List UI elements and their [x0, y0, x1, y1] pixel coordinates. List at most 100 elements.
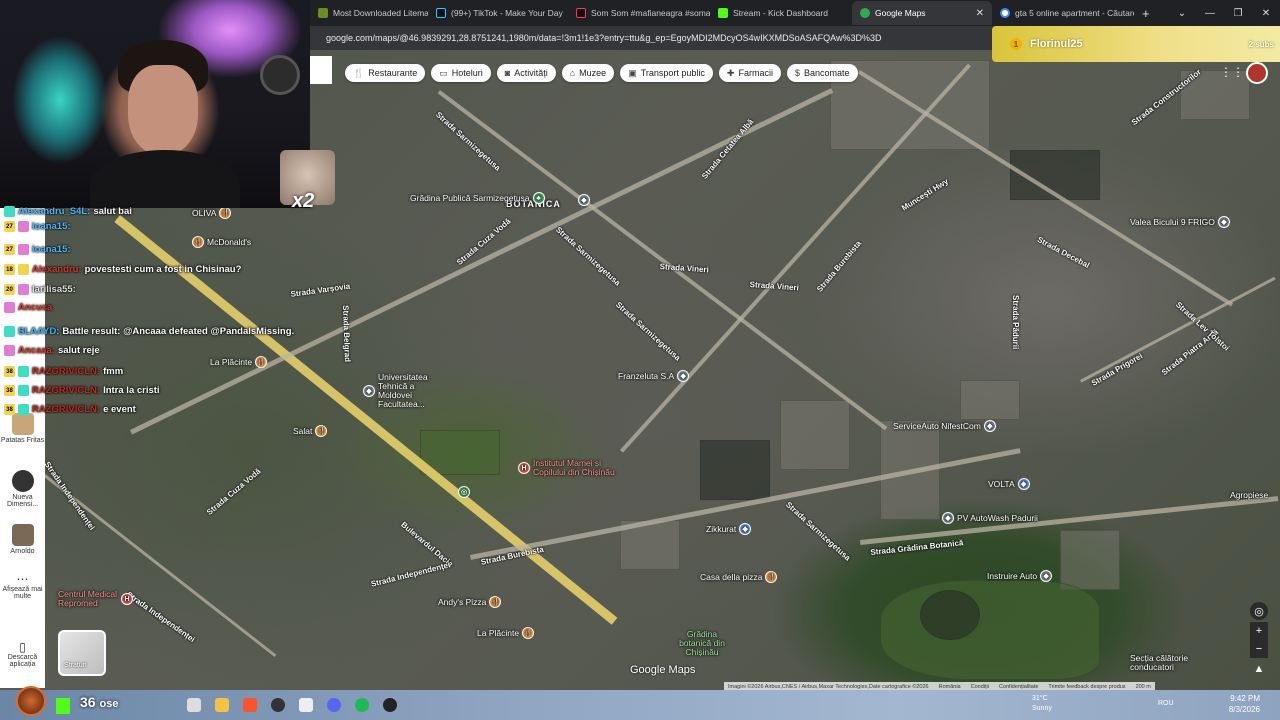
viewer-count-suffix: ose	[99, 698, 119, 710]
obs-icon[interactable]	[271, 698, 285, 712]
weather-widget[interactable]: 31°C Sunny	[1032, 694, 1052, 714]
poi-marker[interactable]: Salat 🍴	[293, 425, 328, 437]
maps-menu-button[interactable]	[310, 56, 332, 84]
brave-browser-icon[interactable]	[243, 698, 257, 712]
category-chips: 🍴 Restaurante ▭ Hoteluri ◙ Activități ⌂ Muzee ▣ T…	[345, 64, 858, 82]
poi-marker[interactable]: 🍴 McDonald's	[192, 236, 251, 248]
browser-tab[interactable]: gta 5 online apartment - Căutare	[992, 1, 1134, 25]
chat-username: ioana15:	[32, 244, 71, 255]
poi-marker[interactable]: Franzeluta S.A ◆	[618, 370, 690, 382]
chip-transport-public[interactable]: ▣ Transport public	[620, 64, 713, 82]
poi-marker[interactable]: Agropiese	[1230, 490, 1268, 500]
poi-marker[interactable]: ServiceAuto NifestCom ◆	[893, 420, 996, 432]
browser-tab[interactable]: Som Som #mafianeagra #soman	[568, 1, 710, 25]
poi-marker[interactable]: Valea Bicului 9 FRIGO ◆	[1130, 216, 1230, 228]
spotify-icon[interactable]	[355, 698, 369, 712]
poi-marker[interactable]: Grădina Publică Sarmizegetusa ♣	[410, 192, 545, 204]
windows-taskbar: 31°C Sunny ROU 9:42 PM 8/3/2026	[0, 690, 1280, 720]
chat-message: 38 RAZGRIVICLN: e event	[4, 404, 136, 415]
poi-marker[interactable]: ◆ Universitatea Tehnică a Moldovei Facult…	[363, 373, 448, 409]
apps-grid-icon[interactable]: ⋮⋮	[1220, 65, 1244, 79]
feedback-link[interactable]: Trimite feedback despre produs	[1048, 684, 1125, 690]
chip-activități[interactable]: ◙ Activități	[496, 64, 556, 82]
street-label: Strada Vineri	[749, 280, 800, 293]
discord-icon[interactable]	[327, 698, 341, 712]
region-link[interactable]: România	[939, 684, 961, 690]
poi-marker[interactable]: Casa della pizza 🍴	[700, 571, 778, 583]
chip-restaurante[interactable]: 🍴 Restaurante	[345, 64, 426, 82]
webcam-overlay	[0, 0, 310, 208]
maximize-button[interactable]: ❐	[1224, 8, 1252, 19]
recent-place-item[interactable]: Arnoldo	[0, 524, 45, 555]
poi-marker[interactable]: H Institutul Mamei și Copilului din Chiși…	[518, 459, 623, 477]
chat-badge-icon	[18, 366, 29, 377]
chip-bancomate[interactable]: $ Bancomate	[786, 64, 858, 82]
my-location-icon[interactable]: ◎	[1250, 602, 1268, 620]
account-avatar[interactable]	[1246, 62, 1268, 84]
close-tab-icon[interactable]: ✕	[976, 8, 984, 19]
close-window-button[interactable]: ✕	[1252, 8, 1280, 19]
chat-username: RAZGRIVICLN:	[32, 385, 101, 396]
road-highway	[857, 70, 1234, 307]
map-lake	[920, 590, 980, 640]
tab-search-icon[interactable]: ⌄	[1168, 8, 1196, 19]
chip-label: Activități	[514, 68, 548, 78]
expand-icon[interactable]: ▲	[1250, 660, 1268, 678]
recent-place-item[interactable]: Patatas Fritas	[0, 413, 45, 444]
clock[interactable]: 9:42 PM 8/3/2026	[1229, 693, 1260, 715]
poi-marker[interactable]: Instruire Auto ◆	[987, 570, 1053, 582]
street-label: Strada Independenței	[124, 590, 197, 645]
chip-muzee[interactable]: ⌂ Muzee	[561, 64, 615, 82]
poi-marker[interactable]: Grădina botanică din Chișinău	[674, 630, 730, 657]
poi-marker[interactable]: ◆	[578, 194, 590, 206]
place-thumbnail	[11, 470, 34, 492]
app-icon[interactable]	[299, 698, 313, 712]
app-icon[interactable]	[383, 698, 397, 712]
poi-marker[interactable]: ◎	[458, 486, 470, 498]
privacy-link[interactable]: Confidențialitate	[999, 684, 1038, 690]
more-icon: ⋯	[16, 572, 29, 586]
poi-marker[interactable]: Secția călătorie conducatori	[1130, 654, 1200, 672]
layers-button[interactable]	[58, 630, 106, 676]
road-burebista-north	[620, 63, 971, 453]
tab-label: Som Som #mafianeagra #soman	[591, 8, 710, 18]
download-app-button[interactable]: ▯ Descarcă aplicația	[0, 640, 45, 668]
street-label: Strada Sarmizegetusa	[613, 300, 683, 363]
poi-marker[interactable]: Zikkurat ◆	[706, 523, 752, 535]
browser-tab[interactable]: Most Downloaded Litematica | M	[310, 1, 428, 25]
browser-tab[interactable]: (99+) TikTok - Make Your Day	[428, 1, 568, 25]
fork-knife-icon: 🍴	[522, 627, 535, 639]
zoom-out-button[interactable]: −	[1250, 640, 1268, 658]
car-wash-icon: ◆	[942, 512, 954, 524]
poi-label: Agropiese	[1230, 490, 1269, 500]
minimize-button[interactable]: —	[1196, 8, 1224, 19]
folder-icon[interactable]	[215, 698, 229, 712]
poi-marker[interactable]: La Plăcinte 🍴	[210, 356, 268, 368]
tab-label: Google Maps	[875, 8, 926, 18]
level-badge: 38	[4, 366, 15, 377]
poi-marker[interactable]: VOLTA ◆	[988, 478, 1030, 490]
file-explorer-icon[interactable]	[187, 698, 201, 712]
browser-tab-active[interactable]: Google Maps ✕	[852, 1, 992, 25]
street-label: Strada Belgrad	[341, 305, 352, 363]
weather-desc: Sunny	[1032, 705, 1052, 712]
show-more-button[interactable]: ⋯ Afișează mai multe	[0, 572, 45, 600]
browser-tab[interactable]: Stream - Kick Dashboard	[710, 1, 852, 25]
scale-bar[interactable]: 200 m	[1136, 684, 1151, 690]
poi-marker[interactable]: ◆ PV AutoWash Padurii	[942, 512, 1038, 524]
chat-badge-icon	[18, 264, 29, 275]
poi-marker[interactable]: OLIVA 🍴	[192, 207, 232, 219]
street-label: Strada Sarmizegetusa	[433, 110, 503, 173]
chip-label: Restaurante	[368, 68, 418, 78]
chip-hoteluri[interactable]: ▭ Hoteluri	[431, 64, 491, 82]
new-tab-button[interactable]: +	[1134, 6, 1158, 21]
chip-farmacii[interactable]: ✚ Farmacii	[718, 64, 781, 82]
poi-marker[interactable]: La Plăcinte 🍴	[477, 627, 535, 639]
zoom-in-button[interactable]: +	[1250, 622, 1268, 640]
poi-label: Valea Bicului 9 FRIGO	[1130, 217, 1215, 227]
poi-marker[interactable]: Andy's Pizza 🍴	[438, 596, 502, 608]
recent-place-item[interactable]: Nueva Dimensi...	[0, 470, 45, 508]
language-indicator[interactable]: ROU	[1158, 700, 1174, 707]
poi-marker[interactable]: Centrul Medical Repromed H	[58, 590, 133, 608]
terms-link[interactable]: Condiții	[971, 684, 989, 690]
